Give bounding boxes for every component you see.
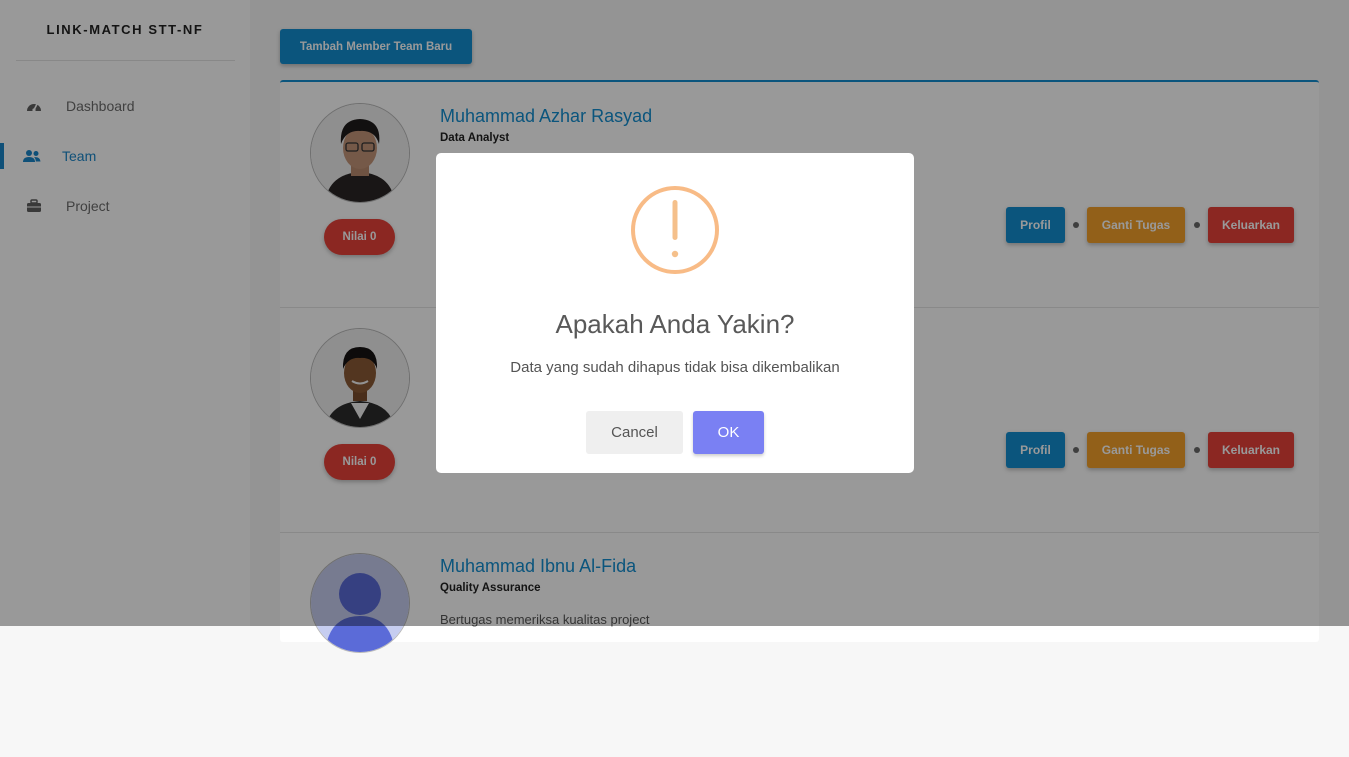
warning-exclamation-icon [630, 185, 720, 275]
dialog-title: Apakah Anda Yakin? [555, 309, 795, 339]
cancel-button[interactable]: Cancel [586, 411, 683, 454]
confirm-dialog: Apakah Anda Yakin? Data yang sudah dihap… [436, 153, 914, 473]
dialog-message: Data yang sudah dihapus tidak bisa dikem… [510, 359, 840, 376]
ok-button[interactable]: OK [693, 411, 764, 454]
